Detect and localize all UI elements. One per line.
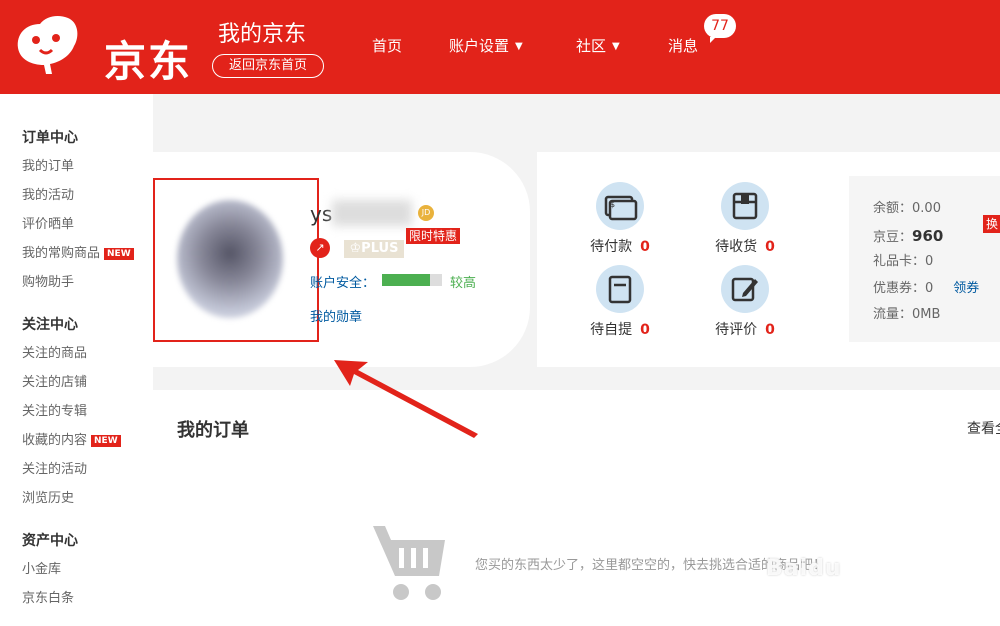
status-count: 0 bbox=[640, 322, 650, 338]
empty-cart-icon bbox=[373, 526, 445, 600]
sidebar-item-frequent-products[interactable]: 我的常购商品 NEW bbox=[0, 239, 153, 268]
chevron-down-icon: ▼ bbox=[612, 41, 620, 52]
exchange-button[interactable]: 换 bbox=[983, 214, 1000, 233]
sidebar-group-title: 关注中心 bbox=[22, 317, 78, 333]
nav-account-settings-label: 账户设置 bbox=[449, 37, 510, 55]
sidebar-item-my-orders[interactable]: 我的订单 bbox=[0, 152, 153, 181]
sidebar-item-followed-products[interactable]: 关注的商品 bbox=[0, 339, 153, 368]
view-all-orders-link[interactable]: 查看全 bbox=[967, 418, 1000, 438]
nav-community-label: 社区 bbox=[576, 37, 607, 55]
nav-home[interactable]: 首页 bbox=[372, 35, 402, 56]
sidebar: 订单中心 我的订单 我的活动 评价晒单 我的常购商品 NEW 购物助手 关注中心 … bbox=[0, 94, 153, 626]
asset-giftcard[interactable]: 礼品卡：0 bbox=[873, 249, 1000, 276]
status-label: 待自提 0 bbox=[580, 319, 660, 339]
sidebar-item-history[interactable]: 浏览历史 bbox=[0, 484, 153, 513]
status-label-text: 待付款 bbox=[590, 239, 633, 255]
status-pending-pickup[interactable]: 待自提 0 bbox=[580, 265, 660, 339]
plus-badge[interactable]: ♔PLUS bbox=[344, 240, 404, 258]
sidebar-group-assets: 资产中心 小金库 京东白条 bbox=[0, 527, 153, 613]
member-level-icon[interactable]: JD bbox=[418, 205, 434, 221]
sidebar-item-vault[interactable]: 小金库 bbox=[0, 555, 153, 584]
sidebar-item-shopping-assistant[interactable]: 购物助手 bbox=[0, 268, 153, 297]
asset-balance-value: 0.00 bbox=[912, 201, 941, 216]
get-coupon-link[interactable]: 领券 bbox=[953, 281, 979, 296]
package-box-icon bbox=[721, 182, 769, 230]
nav-account-settings[interactable]: 账户设置 ▼ bbox=[449, 35, 523, 56]
svg-text:$: $ bbox=[610, 200, 615, 209]
status-pending-receipt[interactable]: 待收货 0 bbox=[705, 182, 785, 256]
avatar[interactable] bbox=[177, 200, 283, 318]
nav-messages-label: 消息 bbox=[668, 37, 699, 55]
asset-traffic-value: 0MB bbox=[912, 307, 941, 322]
jd-dog-icon bbox=[17, 16, 78, 74]
sidebar-item-followed-shops[interactable]: 关注的店铺 bbox=[0, 368, 153, 397]
asset-beans-label: 京豆： bbox=[873, 229, 913, 245]
status-label-text: 待自提 bbox=[590, 322, 633, 338]
sidebar-group-follow: 关注中心 关注的商品 关注的店铺 关注的专辑 收藏的内容 NEW 关注的活动 浏览… bbox=[0, 311, 153, 513]
sidebar-group-title: 资产中心 bbox=[22, 533, 78, 549]
my-orders-section: 我的订单 查看全 您买的东西太少了，这里都空空的，快去挑选合适的商品吧！ bbox=[153, 390, 1000, 626]
username: ys bbox=[310, 202, 333, 226]
username-redacted bbox=[332, 200, 412, 226]
asset-coupon-value: 0 bbox=[925, 280, 934, 296]
sidebar-item-baitiao[interactable]: 京东白条 bbox=[0, 584, 153, 613]
nav-community[interactable]: 社区 ▼ bbox=[576, 35, 620, 56]
status-label-text: 待收货 bbox=[715, 239, 758, 255]
status-label: 待收货 0 bbox=[705, 236, 785, 256]
plus-member-icon[interactable]: ↗ bbox=[310, 238, 330, 258]
asset-traffic-label: 流量： bbox=[873, 307, 913, 322]
sidebar-item-label: 我的常购商品 bbox=[22, 246, 101, 261]
asset-balance-label: 余额： bbox=[873, 201, 913, 216]
asset-coupon-label: 优惠券： bbox=[873, 280, 926, 296]
asset-traffic[interactable]: 流量：0MB bbox=[873, 302, 1000, 329]
status-count: 0 bbox=[765, 322, 775, 338]
status-label: 待评价 0 bbox=[705, 319, 785, 339]
pickup-bag-icon bbox=[596, 265, 644, 313]
asset-beans-value: 960 bbox=[912, 226, 944, 245]
status-count: 0 bbox=[765, 239, 775, 255]
status-count: 0 bbox=[640, 239, 650, 255]
back-home-button[interactable]: 返回京东首页 bbox=[212, 54, 324, 78]
message-count-badge: 77 bbox=[704, 14, 736, 43]
status-label: 待付款 0 bbox=[580, 236, 660, 256]
nav-home-label: 首页 bbox=[372, 37, 403, 55]
security-progress-bar bbox=[382, 274, 442, 286]
page-title: 我的京东 bbox=[218, 22, 307, 47]
orders-title: 我的订单 bbox=[177, 420, 249, 441]
sidebar-item-followed-albums[interactable]: 关注的专辑 bbox=[0, 397, 153, 426]
status-label-text: 待评价 bbox=[715, 322, 758, 338]
asset-giftcard-label: 礼品卡： bbox=[873, 254, 926, 269]
asset-coupon[interactable]: 优惠券：0 领券 bbox=[873, 276, 1000, 303]
sidebar-item-favorites[interactable]: 收藏的内容 NEW bbox=[0, 426, 153, 455]
my-medals-link[interactable]: 我的勋章 bbox=[310, 306, 362, 325]
asset-giftcard-value: 0 bbox=[925, 254, 934, 269]
baidu-watermark: Baidu bbox=[766, 556, 842, 581]
asset-summary: 余额：0.00 京豆：960 换 礼品卡：0 优惠券：0 领券 流量：0MB bbox=[849, 176, 1000, 342]
nav-messages[interactable]: 消息 bbox=[668, 35, 698, 56]
status-pending-payment[interactable]: $ 待付款 0 bbox=[580, 182, 660, 256]
chevron-down-icon: ▼ bbox=[515, 41, 523, 52]
sidebar-group-title: 订单中心 bbox=[22, 130, 78, 146]
jd-logo[interactable]: 京东 bbox=[12, 10, 202, 86]
sidebar-item-reviews[interactable]: 评价晒单 bbox=[0, 210, 153, 239]
edit-review-icon bbox=[721, 265, 769, 313]
promo-tag[interactable]: 限时特惠 bbox=[406, 228, 461, 244]
wallet-card-icon: $ bbox=[596, 182, 644, 230]
new-badge: NEW bbox=[104, 247, 134, 260]
header: 京东 我的京东 返回京东首页 首页 账户设置 ▼ 社区 ▼ 消息 77 bbox=[0, 0, 1000, 94]
avatar-highlight-box bbox=[153, 178, 319, 342]
asset-beans[interactable]: 京豆：960 换 bbox=[873, 214, 1000, 250]
sidebar-item-followed-activities[interactable]: 关注的活动 bbox=[0, 455, 153, 484]
asset-balance[interactable]: 余额：0.00 bbox=[873, 196, 1000, 223]
security-progress-fill bbox=[382, 274, 430, 286]
sidebar-item-label: 收藏的内容 bbox=[22, 433, 88, 448]
red-arrow-annotation bbox=[334, 360, 478, 438]
security-level: 较高 bbox=[450, 276, 477, 291]
status-pending-review[interactable]: 待评价 0 bbox=[705, 265, 785, 339]
sidebar-item-my-activities[interactable]: 我的活动 bbox=[0, 181, 153, 210]
security-label: 账户安全： bbox=[310, 276, 376, 291]
logo-text: 京东 bbox=[104, 37, 193, 86]
new-badge: NEW bbox=[91, 434, 121, 447]
sidebar-group-orders: 订单中心 我的订单 我的活动 评价晒单 我的常购商品 NEW 购物助手 bbox=[0, 124, 153, 297]
